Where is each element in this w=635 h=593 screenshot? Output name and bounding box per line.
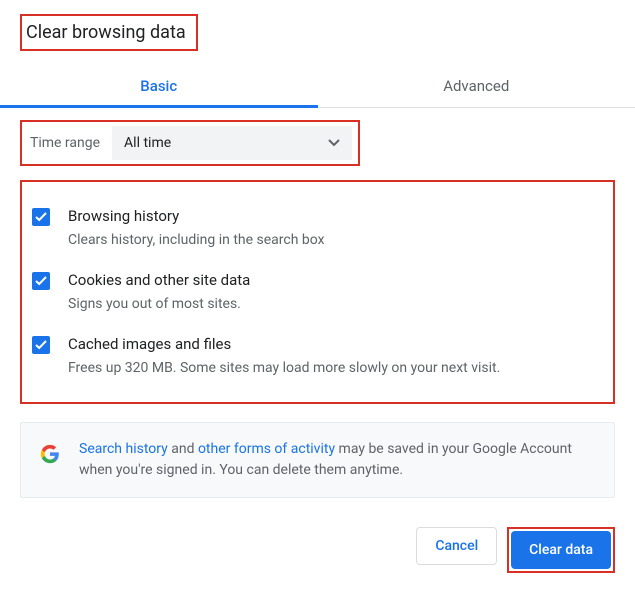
check-icon (35, 212, 47, 222)
tab-advanced-label: Advanced (443, 77, 509, 95)
option-browsing-history: Browsing history Clears history, includi… (32, 196, 603, 260)
option-text: Cached images and files Frees up 320 MB.… (68, 334, 500, 378)
tabs: Basic Advanced (0, 67, 635, 108)
tab-advanced[interactable]: Advanced (318, 67, 635, 107)
option-text: Browsing history Clears history, includi… (68, 206, 325, 250)
checkbox-cache[interactable] (32, 336, 50, 354)
info-card: Search history and other forms of activi… (20, 422, 615, 498)
dialog-footer: Cancel Clear data (416, 527, 615, 573)
cancel-button-label: Cancel (435, 538, 478, 554)
info-text: Search history and other forms of activi… (79, 439, 596, 481)
timerange-value: All time (124, 135, 171, 151)
check-icon (35, 276, 47, 286)
link-other-activity[interactable]: other forms of activity (198, 441, 335, 457)
dialog-body: Time range All time Browsing history Cle… (0, 108, 635, 404)
title-highlight: Clear browsing data (20, 14, 198, 51)
title-area: Clear browsing data (0, 0, 635, 55)
option-desc: Frees up 320 MB. Some sites may load mor… (68, 358, 500, 378)
checkbox-cookies[interactable] (32, 272, 50, 290)
cancel-button[interactable]: Cancel (416, 527, 497, 565)
timerange-select[interactable]: All time (112, 126, 352, 160)
timerange-label: Time range (28, 135, 102, 151)
option-title: Browsing history (68, 206, 325, 228)
option-title: Cached images and files (68, 334, 500, 356)
timerange-row: Time range All time (20, 120, 360, 166)
clear-button-label: Clear data (529, 542, 593, 558)
option-cache: Cached images and files Frees up 320 MB.… (32, 324, 603, 388)
clear-browsing-data-dialog: Clear browsing data Basic Advanced Time … (0, 0, 635, 498)
checkbox-browsing-history[interactable] (32, 208, 50, 226)
options-highlight: Browsing history Clears history, includi… (20, 180, 615, 404)
option-title: Cookies and other site data (68, 270, 250, 292)
option-desc: Signs you out of most sites. (68, 294, 250, 314)
clear-data-button[interactable]: Clear data (511, 531, 611, 569)
check-icon (35, 340, 47, 350)
info-mid: and (168, 441, 198, 457)
option-text: Cookies and other site data Signs you ou… (68, 270, 250, 314)
caret-down-icon (328, 139, 340, 147)
option-cookies: Cookies and other site data Signs you ou… (32, 260, 603, 324)
clear-button-highlight: Clear data (507, 527, 615, 573)
google-icon (39, 443, 61, 465)
tab-basic-label: Basic (140, 77, 177, 95)
dialog-title: Clear browsing data (26, 22, 186, 43)
tab-basic[interactable]: Basic (0, 67, 318, 107)
link-search-history[interactable]: Search history (79, 441, 168, 457)
option-desc: Clears history, including in the search … (68, 230, 325, 250)
